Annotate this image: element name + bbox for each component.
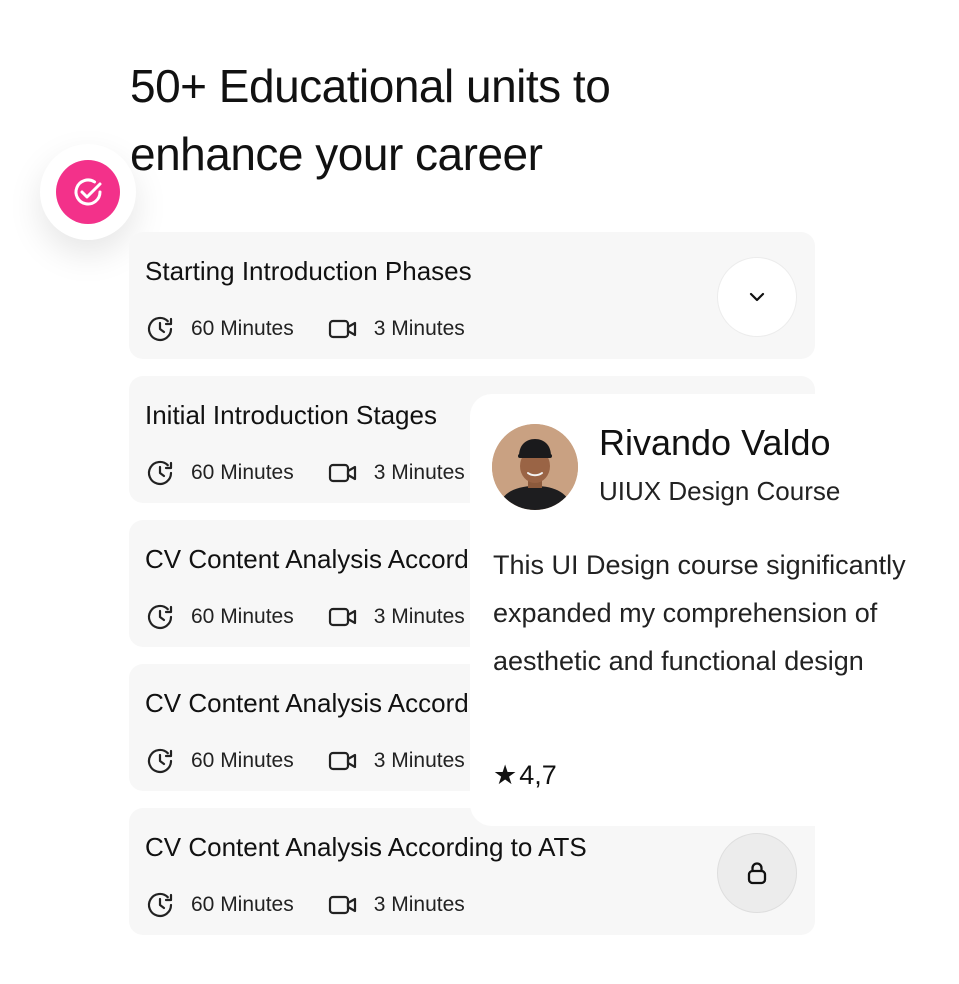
unit-title: Starting Introduction Phases <box>145 256 472 286</box>
unit-card[interactable]: Starting Introduction Phases 60 Minutes … <box>129 232 815 359</box>
unit-title: Initial Introduction Stages <box>145 400 437 430</box>
star-icon: ★ <box>493 760 518 790</box>
check-badge <box>40 144 136 240</box>
duration-text: 60 Minutes <box>191 461 294 484</box>
unit-meta: 60 Minutes 3 Minutes <box>145 314 465 344</box>
rating-value: 4,7 <box>519 760 557 790</box>
video-icon <box>328 895 356 915</box>
page: 50+ Educational units to enhance your ca… <box>0 0 959 984</box>
duration: 60 Minutes <box>145 602 294 632</box>
duration-text: 60 Minutes <box>191 893 294 916</box>
reviewer-name: Rivando Valdo <box>599 422 831 463</box>
video-length: 3 Minutes <box>328 314 465 344</box>
duration-text: 60 Minutes <box>191 317 294 340</box>
unit-card[interactable]: CV Content Analysis According to ATS 60 … <box>129 808 815 935</box>
expand-button[interactable] <box>717 257 797 337</box>
video-length: 3 Minutes <box>328 890 465 920</box>
video-length: 3 Minutes <box>328 746 465 776</box>
locked-button[interactable] <box>717 833 797 913</box>
review-card: Rivando Valdo UIUX Design Course This UI… <box>470 394 959 826</box>
unit-meta: 60 Minutes 3 Minutes <box>145 458 465 488</box>
clock-icon <box>147 748 173 774</box>
clock-icon <box>147 316 173 342</box>
video-icon <box>328 463 356 483</box>
duration-text: 60 Minutes <box>191 605 294 628</box>
rating: ★ 4,7 <box>493 760 557 791</box>
duration: 60 Minutes <box>145 314 294 344</box>
unit-meta: 60 Minutes 3 Minutes <box>145 602 465 632</box>
review-text: This UI Design course significantly expa… <box>493 550 906 676</box>
duration: 60 Minutes <box>145 890 294 920</box>
video-length-text: 3 Minutes <box>373 461 465 484</box>
check-circle-icon <box>56 160 120 224</box>
unit-meta: 60 Minutes 3 Minutes <box>145 746 465 776</box>
chevron-down-icon <box>749 292 765 302</box>
video-length: 3 Minutes <box>328 458 465 488</box>
unit-title: CV Content Analysis According to ATS <box>145 832 587 862</box>
avatar <box>492 424 578 510</box>
duration: 60 Minutes <box>145 746 294 776</box>
duration-text: 60 Minutes <box>191 749 294 772</box>
video-length-text: 3 Minutes <box>373 317 465 340</box>
clock-icon <box>147 604 173 630</box>
video-length: 3 Minutes <box>328 602 465 632</box>
video-length-text: 3 Minutes <box>373 893 465 916</box>
duration: 60 Minutes <box>145 458 294 488</box>
reviewer-course: UIUX Design Course <box>599 476 841 506</box>
unit-meta: 60 Minutes 3 Minutes <box>145 890 465 920</box>
video-length-text: 3 Minutes <box>373 749 465 772</box>
video-icon <box>328 607 356 627</box>
clock-icon <box>147 460 173 486</box>
video-icon <box>328 319 356 339</box>
lock-icon <box>747 862 767 885</box>
video-length-text: 3 Minutes <box>373 605 465 628</box>
clock-icon <box>147 892 173 918</box>
video-icon <box>328 751 356 771</box>
page-title: 50+ Educational units to enhance your ca… <box>130 60 611 180</box>
